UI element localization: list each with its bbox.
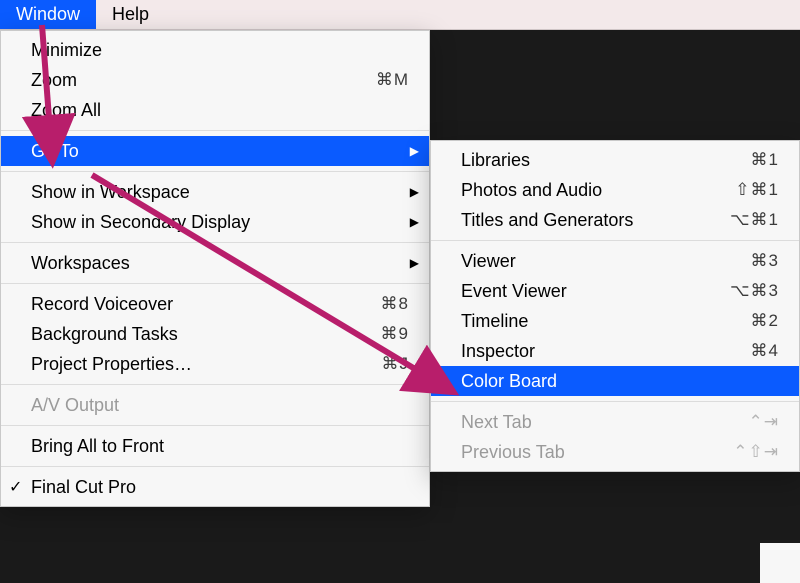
menu-item-label: Show in Workspace: [31, 182, 409, 203]
menu-item-shortcut: ⌥⌘3: [730, 281, 779, 301]
menu-item-shortcut: ⇧⌘1: [735, 180, 779, 200]
menu-item-shortcut: ⌘M: [376, 70, 409, 90]
menu-item-minimize[interactable]: Minimize: [1, 35, 429, 65]
menu-separator: [1, 425, 429, 426]
menu-separator: [1, 130, 429, 131]
menu-item-show-secondary[interactable]: Show in Secondary Display ▶: [1, 207, 429, 237]
menubar-item-help[interactable]: Help: [96, 0, 165, 29]
menu-item-label: Zoom: [31, 70, 336, 91]
background-panel: [760, 543, 800, 583]
menu-item-label: Project Properties…: [31, 354, 342, 375]
menu-item-label: Background Tasks: [31, 324, 341, 345]
menu-separator: [1, 466, 429, 467]
menu-item-shortcut: ⌘4: [751, 341, 779, 361]
menu-item-shortcut: ⌃⇥: [749, 412, 780, 432]
menu-item-timeline[interactable]: Timeline ⌘2: [431, 306, 799, 336]
menu-item-shortcut: ⌘1: [751, 150, 779, 170]
menu-item-project-properties[interactable]: Project Properties… ⌘J: [1, 349, 429, 379]
menu-item-label: Event Viewer: [461, 281, 690, 302]
menu-separator: [431, 240, 799, 241]
menu-item-workspaces[interactable]: Workspaces ▶: [1, 248, 429, 278]
menu-item-show-workspace[interactable]: Show in Workspace ▶: [1, 177, 429, 207]
menu-item-photos-audio[interactable]: Photos and Audio ⇧⌘1: [431, 175, 799, 205]
menu-separator: [1, 171, 429, 172]
menu-item-shortcut: ⌘J: [382, 354, 410, 374]
menu-item-shortcut: ⌘9: [381, 324, 409, 344]
menu-item-go-to[interactable]: Go To ▶: [1, 136, 429, 166]
menu-item-av-output: A/V Output: [1, 390, 429, 420]
menu-item-shortcut: ⌘8: [381, 294, 409, 314]
menu-item-shortcut: ⌘3: [751, 251, 779, 271]
submenu-arrow-icon: ▶: [410, 256, 419, 270]
menu-item-label: Titles and Generators: [461, 210, 690, 231]
menu-separator: [1, 283, 429, 284]
checkmark-icon: ✓: [9, 477, 22, 497]
menu-item-label: Next Tab: [461, 412, 709, 433]
menu-item-libraries[interactable]: Libraries ⌘1: [431, 145, 799, 175]
menu-item-label: Color Board: [461, 371, 779, 392]
menu-item-label: Libraries: [461, 150, 711, 171]
menu-item-record-voiceover[interactable]: Record Voiceover ⌘8: [1, 289, 429, 319]
menu-item-background-tasks[interactable]: Background Tasks ⌘9: [1, 319, 429, 349]
menu-item-shortcut: ⌥⌘1: [730, 210, 779, 230]
menu-item-event-viewer[interactable]: Event Viewer ⌥⌘3: [431, 276, 799, 306]
go-to-submenu: Libraries ⌘1 Photos and Audio ⇧⌘1 Titles…: [430, 140, 800, 472]
background-panel: [430, 523, 800, 583]
menu-item-shortcut: ⌘2: [751, 311, 779, 331]
menu-separator: [431, 401, 799, 402]
menu-item-label: Go To: [31, 141, 409, 162]
menu-item-color-board[interactable]: Color Board: [431, 366, 799, 396]
submenu-arrow-icon: ▶: [410, 215, 419, 229]
menu-item-zoom[interactable]: Zoom ⌘M: [1, 65, 429, 95]
menubar-item-label: Help: [112, 4, 149, 25]
menu-item-bring-all-to-front[interactable]: Bring All to Front: [1, 431, 429, 461]
menubar-item-label: Window: [16, 4, 80, 25]
menu-item-label: Record Voiceover: [31, 294, 341, 315]
menu-item-final-cut-pro[interactable]: ✓ Final Cut Pro: [1, 472, 429, 502]
menu-item-label: Viewer: [461, 251, 711, 272]
menu-item-label: Bring All to Front: [31, 436, 409, 457]
menu-item-label: A/V Output: [31, 395, 409, 416]
menu-item-previous-tab: Previous Tab ⌃⇧⇥: [431, 437, 799, 467]
menu-item-label: Minimize: [31, 40, 409, 61]
menu-item-next-tab: Next Tab ⌃⇥: [431, 407, 799, 437]
menu-item-label: Timeline: [461, 311, 711, 332]
menu-item-shortcut: ⌃⇧⇥: [733, 442, 779, 462]
menu-item-label: Photos and Audio: [461, 180, 695, 201]
menubar: Window Help: [0, 0, 800, 30]
menu-item-label: Inspector: [461, 341, 711, 362]
menu-item-titles-generators[interactable]: Titles and Generators ⌥⌘1: [431, 205, 799, 235]
menu-item-label: Previous Tab: [461, 442, 693, 463]
menu-item-label: Zoom All: [31, 100, 409, 121]
menu-separator: [1, 384, 429, 385]
background-panel: [430, 30, 800, 140]
menu-item-inspector[interactable]: Inspector ⌘4: [431, 336, 799, 366]
menu-item-label: Final Cut Pro: [31, 477, 409, 498]
submenu-arrow-icon: ▶: [410, 144, 419, 158]
menubar-item-window[interactable]: Window: [0, 0, 96, 29]
window-menu: Minimize Zoom ⌘M Zoom All Go To ▶ Show i…: [0, 30, 430, 507]
menu-separator: [1, 242, 429, 243]
submenu-arrow-icon: ▶: [410, 185, 419, 199]
menu-item-zoom-all[interactable]: Zoom All: [1, 95, 429, 125]
menu-item-label: Show in Secondary Display: [31, 212, 409, 233]
menu-item-viewer[interactable]: Viewer ⌘3: [431, 246, 799, 276]
menu-item-label: Workspaces: [31, 253, 409, 274]
